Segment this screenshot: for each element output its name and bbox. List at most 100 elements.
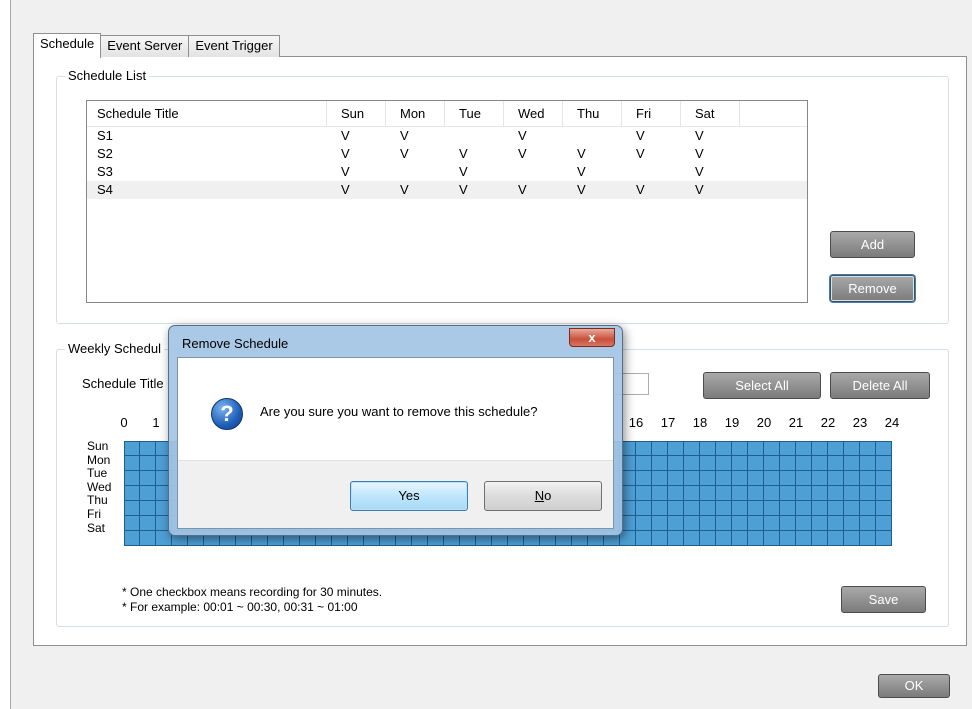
schedule-checkbox[interactable] — [140, 471, 156, 486]
schedule-checkbox[interactable] — [716, 471, 732, 486]
schedule-checkbox[interactable] — [844, 516, 860, 531]
schedule-checkbox[interactable] — [652, 471, 668, 486]
schedule-checkbox[interactable] — [732, 486, 748, 501]
schedule-checkbox[interactable] — [668, 516, 684, 531]
schedule-checkbox[interactable] — [844, 441, 860, 456]
column-header-wed[interactable]: Wed — [504, 101, 563, 126]
delete-all-button[interactable]: Delete All — [830, 372, 930, 399]
remove-button[interactable]: Remove — [830, 275, 915, 302]
schedule-checkbox[interactable] — [684, 441, 700, 456]
schedule-checkbox[interactable] — [140, 531, 156, 546]
schedule-checkbox[interactable] — [796, 441, 812, 456]
schedule-checkbox[interactable] — [860, 441, 876, 456]
schedule-checkbox[interactable] — [140, 501, 156, 516]
schedule-checkbox[interactable] — [668, 456, 684, 471]
schedule-checkbox[interactable] — [652, 531, 668, 546]
schedule-checkbox[interactable] — [828, 501, 844, 516]
schedule-checkbox[interactable] — [812, 471, 828, 486]
schedule-checkbox[interactable] — [668, 531, 684, 546]
schedule-checkbox[interactable] — [684, 501, 700, 516]
schedule-checkbox[interactable] — [796, 486, 812, 501]
schedule-checkbox[interactable] — [828, 486, 844, 501]
schedule-checkbox[interactable] — [652, 441, 668, 456]
schedule-checkbox[interactable] — [876, 501, 892, 516]
schedule-checkbox[interactable] — [140, 441, 156, 456]
schedule-checkbox[interactable] — [876, 486, 892, 501]
table-row[interactable]: S4 V V V V V V V — [87, 181, 807, 199]
schedule-checkbox[interactable] — [732, 531, 748, 546]
table-row[interactable]: S3 V V V V — [87, 163, 807, 181]
yes-button[interactable]: Yes — [350, 481, 468, 511]
tab-event-server[interactable]: Event Server — [100, 35, 190, 57]
schedule-checkbox[interactable] — [860, 501, 876, 516]
schedule-checkbox[interactable] — [124, 441, 140, 456]
schedule-checkbox[interactable] — [700, 501, 716, 516]
schedule-checkbox[interactable] — [764, 531, 780, 546]
schedule-checkbox[interactable] — [860, 456, 876, 471]
schedule-checkbox[interactable] — [748, 456, 764, 471]
schedule-checkbox[interactable] — [828, 471, 844, 486]
schedule-checkbox[interactable] — [780, 471, 796, 486]
table-row[interactable]: S2 V V V V V V V — [87, 145, 807, 163]
schedule-checkbox[interactable] — [668, 471, 684, 486]
column-header-schedule-title[interactable]: Schedule Title — [87, 101, 327, 126]
schedule-checkbox[interactable] — [860, 531, 876, 546]
schedule-checkbox[interactable] — [796, 501, 812, 516]
schedule-checkbox[interactable] — [764, 516, 780, 531]
column-header-sun[interactable]: Sun — [327, 101, 386, 126]
schedule-checkbox[interactable] — [876, 516, 892, 531]
no-button[interactable]: No — [484, 481, 602, 511]
schedule-checkbox[interactable] — [748, 501, 764, 516]
schedule-checkbox[interactable] — [124, 516, 140, 531]
schedule-checkbox[interactable] — [860, 471, 876, 486]
schedule-checkbox[interactable] — [860, 486, 876, 501]
schedule-checkbox[interactable] — [764, 441, 780, 456]
schedule-checkbox[interactable] — [716, 456, 732, 471]
schedule-checkbox[interactable] — [780, 441, 796, 456]
schedule-checkbox[interactable] — [716, 486, 732, 501]
schedule-checkbox[interactable] — [636, 516, 652, 531]
schedule-checkbox[interactable] — [652, 516, 668, 531]
schedule-checkbox[interactable] — [828, 516, 844, 531]
schedule-checkbox[interactable] — [636, 531, 652, 546]
schedule-checkbox[interactable] — [828, 456, 844, 471]
schedule-checkbox[interactable] — [700, 486, 716, 501]
tab-schedule[interactable]: Schedule — [33, 33, 102, 58]
schedule-checkbox[interactable] — [732, 441, 748, 456]
schedule-checkbox[interactable] — [668, 486, 684, 501]
schedule-checkbox[interactable] — [700, 531, 716, 546]
schedule-checkbox[interactable] — [636, 441, 652, 456]
schedule-checkbox[interactable] — [780, 516, 796, 531]
schedule-checkbox[interactable] — [620, 531, 636, 546]
schedule-checkbox[interactable] — [124, 501, 140, 516]
schedule-checkbox[interactable] — [700, 516, 716, 531]
schedule-checkbox[interactable] — [748, 531, 764, 546]
column-header-tue[interactable]: Tue — [445, 101, 504, 126]
schedule-checkbox[interactable] — [780, 486, 796, 501]
schedule-checkbox[interactable] — [764, 501, 780, 516]
schedule-checkbox[interactable] — [780, 501, 796, 516]
schedule-checkbox[interactable] — [876, 441, 892, 456]
schedule-checkbox[interactable] — [764, 471, 780, 486]
schedule-checkbox[interactable] — [732, 501, 748, 516]
column-header-thu[interactable]: Thu — [563, 101, 622, 126]
schedule-checkbox[interactable] — [124, 486, 140, 501]
table-row[interactable]: S1 V V V V V — [87, 127, 807, 145]
add-button[interactable]: Add — [830, 231, 915, 258]
tab-event-trigger[interactable]: Event Trigger — [188, 35, 280, 57]
schedule-checkbox[interactable] — [684, 471, 700, 486]
schedule-checkbox[interactable] — [828, 441, 844, 456]
schedule-checkbox[interactable] — [684, 456, 700, 471]
schedule-checkbox[interactable] — [860, 516, 876, 531]
schedule-checkbox[interactable] — [812, 501, 828, 516]
column-header-sat[interactable]: Sat — [681, 101, 740, 126]
schedule-checkbox[interactable] — [844, 486, 860, 501]
schedule-checkbox[interactable] — [716, 501, 732, 516]
schedule-checkbox[interactable] — [812, 531, 828, 546]
schedule-checkbox[interactable] — [732, 471, 748, 486]
schedule-checkbox[interactable] — [796, 456, 812, 471]
schedule-checkbox[interactable] — [684, 531, 700, 546]
schedule-checkbox[interactable] — [124, 471, 140, 486]
schedule-checkbox[interactable] — [748, 441, 764, 456]
schedule-checkbox[interactable] — [748, 486, 764, 501]
